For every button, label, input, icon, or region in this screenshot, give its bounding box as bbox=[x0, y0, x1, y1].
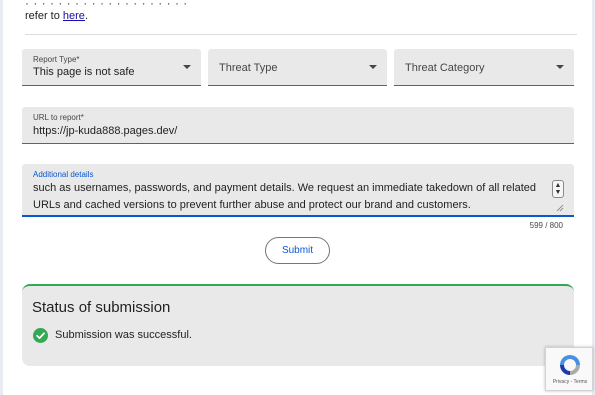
status-title: Status of submission bbox=[32, 299, 171, 316]
url-label: URL to report* bbox=[33, 113, 84, 122]
divider bbox=[25, 34, 577, 35]
recaptcha-icon bbox=[560, 355, 580, 375]
status-message: Submission was successful. bbox=[55, 329, 192, 341]
report-type-select[interactable]: Report Type* This page is not safe bbox=[22, 49, 201, 86]
threat-type-placeholder: Threat Type bbox=[219, 62, 278, 74]
url-field[interactable]: URL to report* https://jp-kuda888.pages.… bbox=[22, 107, 574, 144]
refer-suffix: . bbox=[84, 10, 88, 22]
recaptcha-badge[interactable]: Privacy - Terms bbox=[545, 347, 593, 391]
submit-button[interactable]: Submit bbox=[265, 237, 330, 264]
character-counter: 599 / 800 bbox=[529, 221, 563, 230]
dropdown-arrow-icon bbox=[369, 65, 377, 69]
details-text-line: such as usernames, passwords, and paymen… bbox=[33, 182, 537, 194]
scroll-spinner-icon[interactable]: ▲ ▼ bbox=[552, 180, 564, 198]
resize-handle-icon[interactable] bbox=[556, 204, 564, 212]
status-panel: Status of submission Submission was succ… bbox=[22, 284, 574, 366]
dropdown-arrow-icon bbox=[556, 65, 564, 69]
recaptcha-terms: Privacy - Terms bbox=[552, 379, 588, 385]
url-value: https://jp-kuda888.pages.dev/ bbox=[33, 125, 178, 137]
refer-prefix: refer to bbox=[25, 10, 63, 22]
here-link[interactable]: here bbox=[63, 10, 85, 22]
report-type-label: Report Type* bbox=[33, 55, 80, 64]
clipped-text: · · · · · · · · · · · · · · · · · · · · bbox=[25, 0, 188, 10]
details-text-line: URLs and cached versions to prevent furt… bbox=[33, 199, 471, 211]
additional-details-textarea[interactable]: Additional details such as usernames, pa… bbox=[22, 164, 574, 217]
additional-details-label: Additional details bbox=[33, 170, 94, 179]
report-type-value: This page is not safe bbox=[33, 66, 135, 78]
dropdown-arrow-icon bbox=[183, 65, 191, 69]
refer-text: refer to here. bbox=[25, 10, 88, 22]
threat-type-select[interactable]: Threat Type bbox=[208, 49, 387, 86]
threat-category-select[interactable]: Threat Category bbox=[394, 49, 574, 86]
check-circle-icon bbox=[33, 328, 48, 343]
threat-category-placeholder: Threat Category bbox=[405, 62, 485, 74]
